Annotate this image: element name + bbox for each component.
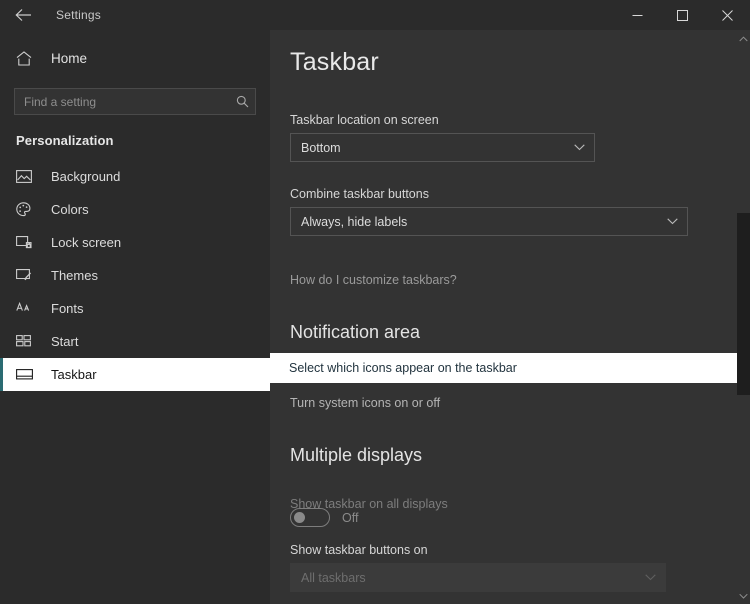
minimize-button[interactable]: [615, 0, 660, 30]
show-taskbar-all-displays-toggle-row: Off: [290, 508, 358, 527]
scroll-up-icon[interactable]: [737, 30, 750, 47]
sidebar-item-home[interactable]: Home: [0, 40, 270, 76]
select-icons-on-taskbar-label: Select which icons appear on the taskbar: [289, 361, 517, 375]
sidebar-item-start[interactable]: Start: [0, 325, 270, 358]
back-arrow-icon[interactable]: [0, 0, 46, 30]
lock-screen-icon: [16, 236, 36, 249]
sidebar-item-label: Lock screen: [51, 235, 122, 250]
notification-area-heading: Notification area: [290, 322, 421, 342]
taskbar-location-dropdown[interactable]: Bottom: [290, 133, 595, 162]
turn-system-icons-link[interactable]: Turn system icons on or off: [290, 396, 440, 410]
sidebar-item-lock-screen[interactable]: Lock screen: [0, 226, 270, 259]
picture-icon: [16, 170, 36, 183]
sidebar-item-fonts[interactable]: Fonts: [0, 292, 270, 325]
scrollbar-thumb[interactable]: [737, 213, 750, 395]
content-scrollbar[interactable]: [737, 30, 750, 604]
sidebar-home-label: Home: [51, 50, 88, 66]
search-icon[interactable]: [236, 95, 249, 108]
close-button[interactable]: [705, 0, 750, 30]
combine-taskbar-buttons-group: Combine taskbar buttons Always, hide lab…: [290, 187, 688, 236]
window-body: Home Personalization: [0, 30, 750, 604]
sidebar-item-taskbar[interactable]: Taskbar: [0, 358, 270, 391]
sidebar-item-label: Taskbar: [51, 367, 97, 382]
show-taskbar-all-displays-toggle[interactable]: [290, 508, 330, 527]
maximize-button[interactable]: [660, 0, 705, 30]
sidebar-item-label: Colors: [51, 202, 89, 217]
multiple-displays-heading: Multiple displays: [290, 445, 423, 465]
show-taskbar-buttons-on-group: Show taskbar buttons on All taskbars: [290, 543, 666, 592]
fonts-icon: [16, 302, 36, 315]
chevron-down-icon: [667, 218, 678, 225]
sidebar-item-label: Fonts: [51, 301, 84, 316]
home-icon: [16, 50, 38, 66]
show-taskbar-all-displays-state: Off: [342, 510, 359, 525]
window-title: Settings: [56, 8, 101, 22]
search-box[interactable]: [14, 88, 256, 115]
page-title: Taskbar: [290, 48, 379, 76]
toggle-knob: [294, 512, 305, 523]
sidebar-item-label: Background: [51, 169, 121, 184]
title-bar: Settings: [0, 0, 750, 30]
combine-taskbar-buttons-value: Always, hide labels: [301, 214, 408, 229]
sidebar-item-label: Start: [51, 334, 79, 349]
taskbar-icon: [16, 369, 36, 380]
selection-accent-bar: [0, 358, 3, 391]
palette-icon: [16, 202, 36, 217]
scroll-down-icon[interactable]: [737, 587, 750, 604]
select-icons-on-taskbar-link[interactable]: Select which icons appear on the taskbar: [270, 353, 737, 383]
sidebar: Home Personalization: [0, 30, 270, 604]
show-taskbar-buttons-on-label: Show taskbar buttons on: [290, 543, 428, 557]
combine-taskbar-buttons-dropdown[interactable]: Always, hide labels: [290, 207, 688, 236]
chevron-down-icon: [645, 574, 656, 581]
taskbar-location-label: Taskbar location on screen: [290, 113, 439, 127]
customize-taskbars-help-link[interactable]: How do I customize taskbars?: [290, 273, 457, 287]
start-icon: [16, 335, 36, 348]
search-input[interactable]: [24, 94, 236, 109]
chevron-down-icon: [574, 144, 585, 151]
sidebar-item-background[interactable]: Background: [0, 160, 270, 193]
content-pane: Taskbar Taskbar location on screen Botto…: [270, 30, 750, 604]
sidebar-item-label: Themes: [51, 268, 98, 283]
themes-icon: [16, 269, 36, 282]
settings-window: Settings Home Find a setting Personaliza…: [0, 0, 750, 604]
combine-taskbar-buttons-label: Combine taskbar buttons: [290, 187, 429, 201]
sidebar-nav-list: Background Colors Lock screen Themes Fon…: [0, 160, 270, 391]
sidebar-item-themes[interactable]: Themes: [0, 259, 270, 292]
window-controls: [615, 0, 750, 30]
sidebar-item-colors[interactable]: Colors: [0, 193, 270, 226]
show-taskbar-buttons-on-value: All taskbars: [301, 570, 366, 585]
taskbar-location-group: Taskbar location on screen Bottom: [290, 113, 595, 162]
sidebar-section-title: Personalization: [16, 133, 114, 148]
show-taskbar-buttons-on-dropdown[interactable]: All taskbars: [290, 563, 666, 592]
taskbar-location-value: Bottom: [301, 140, 341, 155]
